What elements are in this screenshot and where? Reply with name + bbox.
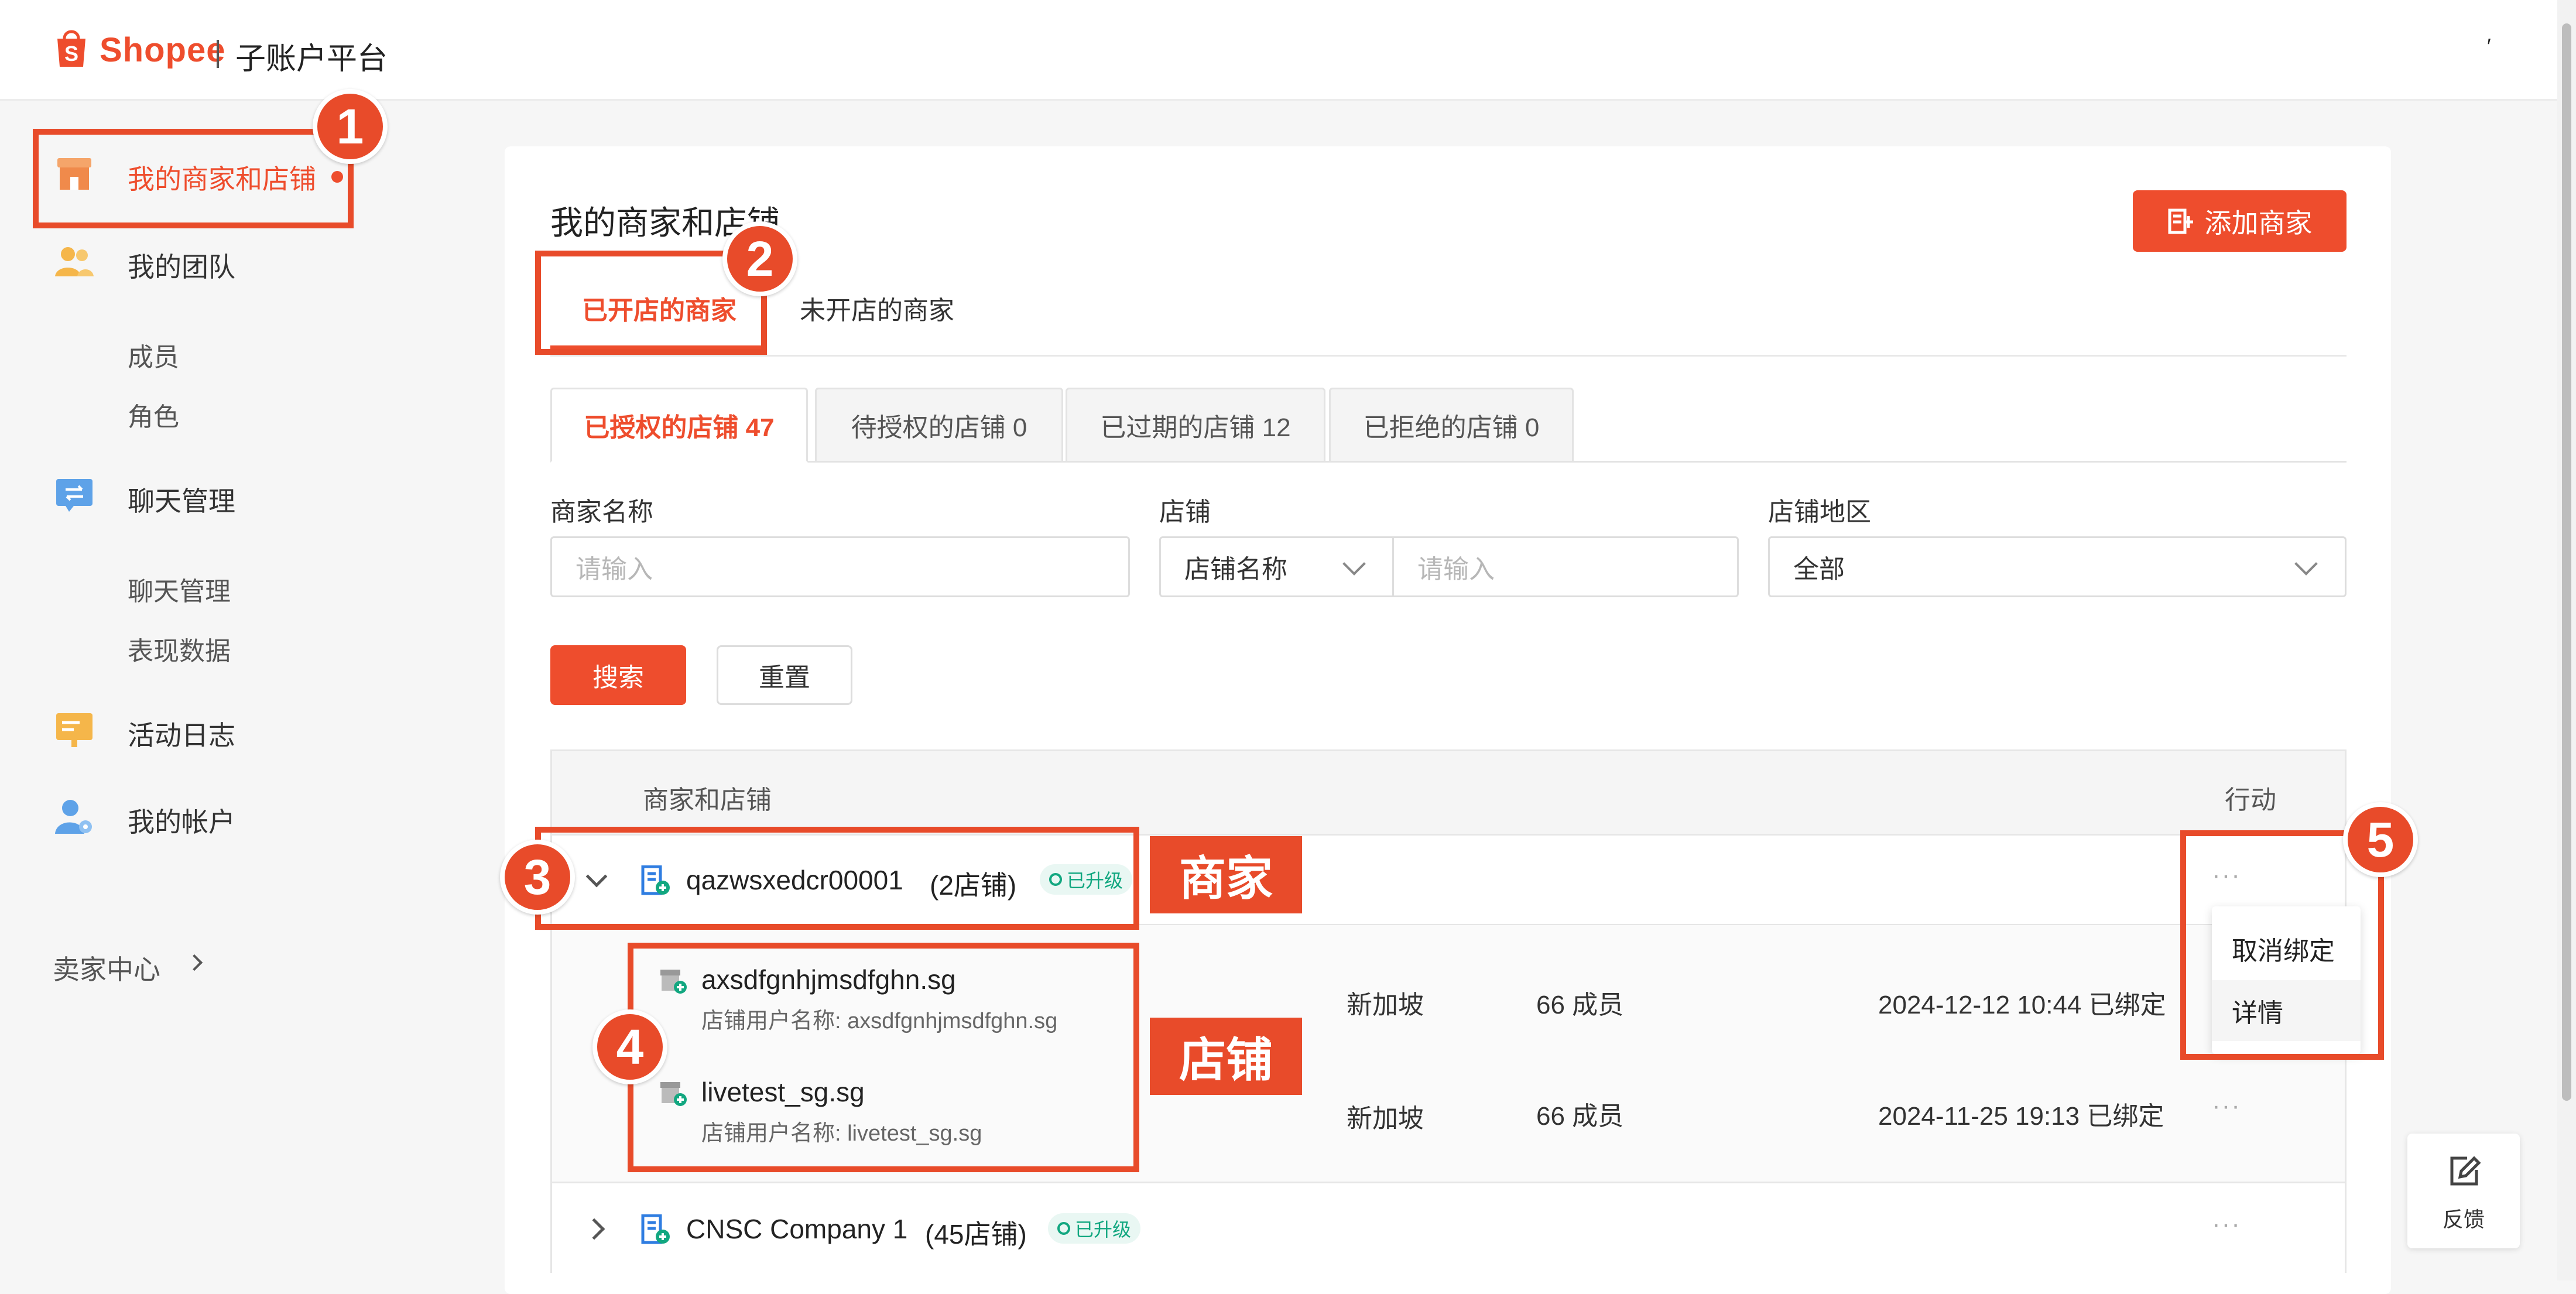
chevron-down-icon — [2294, 552, 2318, 576]
shop-region: 新加坡 — [1347, 1104, 1424, 1133]
log-icon — [56, 713, 93, 747]
svg-text:S: S — [64, 42, 78, 66]
header-corner-mark: ′ — [2487, 34, 2491, 58]
page-scrollbar[interactable] — [2557, 0, 2576, 1281]
tab-unopened-merchants[interactable]: 未开店的商家 — [800, 289, 954, 327]
shop-name-input[interactable]: 请输入 — [1392, 536, 1739, 597]
annotation-merchant-tag: 商家 — [1150, 836, 1302, 913]
shop-type-select[interactable]: 店铺名称 — [1159, 536, 1395, 597]
shop-bound-time: 2024-12-12 10:44 已绑定 — [1878, 991, 2166, 1019]
shop-type-value: 店铺名称 — [1184, 555, 1287, 584]
seller-center-link[interactable]: 卖家中心 — [53, 949, 160, 987]
upgraded-icon — [1057, 1222, 1070, 1235]
more-actions-button[interactable]: ··· — [2212, 1210, 2241, 1239]
status-badge: 已升级 — [1048, 1213, 1141, 1244]
merchant-building-icon — [641, 1214, 670, 1244]
merchant-name-label: 商家名称 — [550, 498, 653, 526]
shop-region: 新加坡 — [1347, 991, 1424, 1019]
edit-icon — [2450, 1156, 2481, 1186]
feedback-label: 反馈 — [2442, 1207, 2485, 1231]
annotation-marker: 1 — [313, 89, 388, 164]
annotation-shop-tag: 店铺 — [1150, 1018, 1302, 1095]
shop-label: 店铺 — [1159, 498, 1211, 526]
tabs-divider — [550, 355, 2347, 357]
table-header — [550, 749, 2347, 834]
subtabs-divider — [808, 461, 2347, 463]
subtab-authorized[interactable]: 已授权的店铺 47 — [550, 388, 808, 463]
annotation-marker: 4 — [592, 1009, 667, 1084]
annotation-marker: 3 — [500, 840, 575, 915]
sidebar-item-activity-log[interactable]: 活动日志 — [128, 714, 235, 753]
annotation-box — [628, 943, 1139, 1172]
merchant-name[interactable]: CNSC Company 1 — [686, 1213, 907, 1245]
sidebar-subitem-members[interactable]: 成员 — [128, 336, 179, 374]
shop-region-label: 店铺地区 — [1768, 498, 1871, 526]
search-button[interactable]: 搜索 — [550, 645, 686, 705]
merchant-shop-count: (45店铺) — [925, 1219, 1027, 1250]
shop-members[interactable]: 66 成员 — [1536, 984, 1623, 1021]
sidebar-subitem-performance[interactable]: 表现数据 — [128, 630, 231, 667]
subtab-expired[interactable]: 已过期的店铺 12 — [1066, 388, 1325, 463]
sidebar-item-chat[interactable]: 聊天管理 — [128, 480, 235, 519]
row-divider — [550, 1182, 2347, 1183]
sidebar-subitem-roles[interactable]: 角色 — [128, 396, 179, 433]
annotation-box — [535, 827, 1139, 930]
shopee-logo-icon[interactable]: S — [53, 26, 90, 69]
annotation-marker: 5 — [2343, 802, 2418, 877]
chat-icon — [56, 479, 93, 512]
feedback-button[interactable]: 反馈 — [2407, 1134, 2520, 1248]
add-merchant-button[interactable]: 添加商家 — [2133, 190, 2347, 252]
column-merchant-shop: 商家和店铺 — [643, 786, 772, 814]
subtab-pending[interactable]: 待授权的店铺 0 — [815, 388, 1063, 463]
column-action: 行动 — [2225, 786, 2276, 814]
scrollbar-thumb[interactable] — [2562, 23, 2571, 1101]
account-icon — [55, 800, 92, 834]
sidebar-item-account[interactable]: 我的帐户 — [128, 801, 235, 840]
chevron-right-icon — [186, 954, 203, 971]
shop-region-select[interactable]: 全部 — [1768, 536, 2347, 597]
logo-divider — [217, 40, 219, 68]
shop-region-value: 全部 — [1793, 555, 1845, 584]
shop-members[interactable]: 66 成员 — [1536, 1095, 1623, 1132]
brand-name[interactable]: Shopee — [100, 30, 226, 70]
annotation-box — [33, 129, 354, 228]
team-icon — [55, 247, 94, 276]
reset-button[interactable]: 重置 — [717, 645, 852, 705]
add-merchant-label: 添加商家 — [2204, 207, 2313, 238]
platform-title: 子账户平台 — [235, 42, 388, 76]
add-merchant-icon — [2168, 208, 2193, 234]
sidebar-subitem-chat-manage[interactable]: 聊天管理 — [128, 570, 231, 608]
more-actions-button[interactable]: ··· — [2212, 1091, 2241, 1121]
top-header: S Shopee 子账户平台 ′ — [0, 0, 2576, 101]
annotation-marker: 2 — [722, 221, 797, 296]
sidebar-item-team[interactable]: 我的团队 — [128, 246, 235, 285]
shop-bound-time: 2024-11-25 19:13 已绑定 — [1878, 1102, 2164, 1131]
badge-label: 已升级 — [1075, 1219, 1132, 1240]
subtab-rejected[interactable]: 已拒绝的店铺 0 — [1329, 388, 1574, 463]
chevron-down-icon — [1342, 552, 1366, 576]
merchant-name-input[interactable]: 请输入 — [550, 536, 1130, 597]
